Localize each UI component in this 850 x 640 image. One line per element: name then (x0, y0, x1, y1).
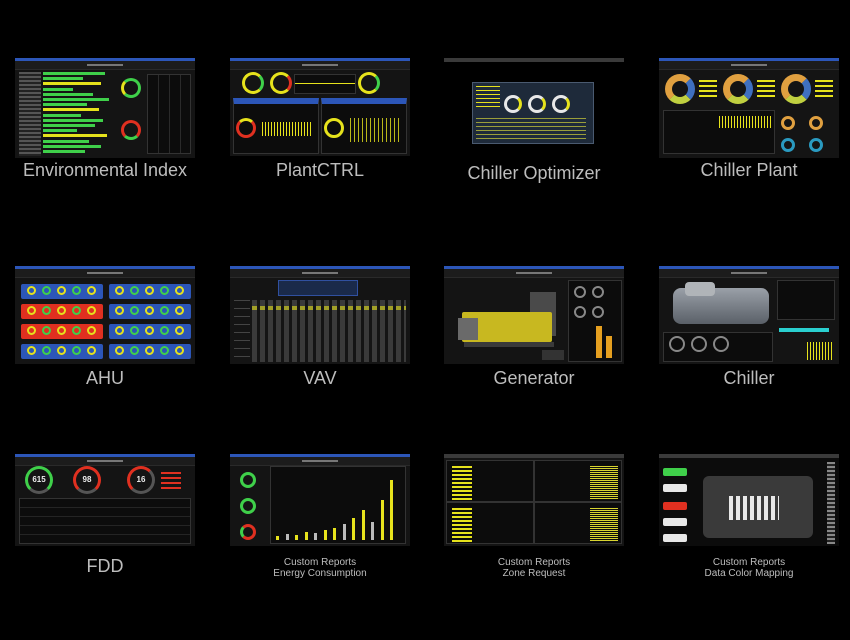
env-bar (43, 118, 103, 122)
tile-label: Chiller (723, 368, 775, 388)
env-bar (43, 72, 105, 75)
env-bar (43, 150, 85, 153)
energy-bar (295, 535, 298, 540)
tile-label: FDD (86, 556, 124, 576)
tile-label: Custom Reports Data Color Mapping (649, 557, 849, 579)
caption-title: Custom Reports (712, 557, 786, 568)
energy-bar (352, 518, 355, 540)
tile-label: VAV (303, 368, 337, 388)
caption-subtitle: Zone Request (502, 567, 566, 579)
energy-bar (390, 480, 393, 540)
thumbnail-plantctrl (230, 58, 410, 156)
energy-bar (285, 534, 289, 540)
thumbnail-ahu (15, 266, 195, 364)
thumbnail-fdd: 615 98 16 (15, 454, 195, 546)
ahu-panel (21, 284, 103, 299)
env-bar (43, 82, 101, 86)
fdd-gauge-value-3: 16 (136, 475, 146, 484)
env-bar (43, 134, 107, 138)
env-bar (43, 108, 99, 112)
thumbnail-energy-consumption (230, 454, 410, 546)
tile-label: Chiller Plant (700, 160, 798, 180)
tile-label: Custom Reports Zone Request (434, 557, 634, 579)
thumbnail-chiller-plant (659, 58, 839, 158)
tile-label: Custom Reports Energy Consumption (220, 557, 420, 579)
tile-label: PlantCTRL (275, 160, 365, 180)
energy-bar (323, 530, 327, 540)
ahu-panel (21, 344, 103, 359)
env-bar (43, 129, 77, 133)
thumbnail-vav (230, 266, 410, 364)
ahu-panel (109, 304, 191, 319)
env-bar (43, 98, 109, 101)
ahu-panel (21, 304, 103, 319)
thumbnail-chiller-optimizer (444, 58, 624, 158)
energy-bar (314, 533, 317, 540)
env-bar (43, 144, 101, 148)
thumbnail-generator (444, 266, 624, 364)
thumbnail-chiller (659, 266, 839, 364)
fdd-gauge-value-2: 98 (82, 475, 92, 484)
env-bar (43, 92, 93, 96)
caption-subtitle: Energy Consumption (273, 567, 367, 579)
energy-bar (342, 524, 346, 540)
ahu-panel (109, 344, 191, 359)
env-bar (43, 113, 81, 117)
ahu-panel (109, 324, 191, 339)
thumbnail-environmental-index (15, 58, 195, 158)
env-bar (43, 124, 95, 127)
thumbnail-zone-request (444, 454, 624, 546)
caption-subtitle: Data Color Mapping (704, 567, 794, 579)
env-bar (43, 103, 87, 107)
energy-bar (333, 528, 336, 540)
energy-bar (304, 532, 308, 540)
thumbnail-data-color-mapping (659, 454, 839, 546)
energy-bar (371, 522, 374, 540)
caption-title: Custom Reports (283, 557, 357, 568)
ahu-panel (109, 284, 191, 299)
tile-label: Generator (493, 368, 575, 388)
energy-bar (380, 500, 384, 540)
tile-label: Environmental Index (22, 160, 188, 180)
env-bar (43, 87, 73, 91)
caption-title: Custom Reports (497, 557, 571, 568)
energy-bar (276, 536, 279, 540)
env-bar (43, 139, 89, 143)
tile-label: AHU (85, 368, 124, 388)
fdd-gauge-value-1: 615 (32, 475, 46, 484)
ahu-panel (21, 324, 103, 339)
env-bar (43, 77, 83, 81)
tile-label: Chiller Optimizer (467, 163, 601, 183)
energy-bar (361, 510, 365, 540)
